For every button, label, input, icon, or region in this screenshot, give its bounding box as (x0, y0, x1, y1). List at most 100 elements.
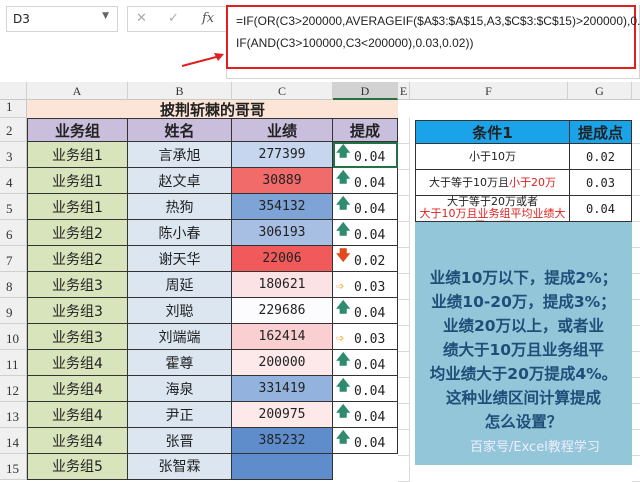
grid-cell[interactable] (632, 170, 640, 196)
performance-cell[interactable] (232, 454, 333, 480)
performance-cell[interactable]: 277399 (232, 142, 333, 168)
performance-cell[interactable]: 331419 (232, 376, 333, 402)
chevron-down-icon[interactable]: ▼ (102, 11, 109, 21)
grid-cell[interactable] (398, 378, 410, 404)
group-cell[interactable]: 业务组2 (27, 220, 128, 246)
grid-cell[interactable] (632, 300, 640, 326)
column-header-d[interactable]: D (333, 82, 398, 100)
performance-cell[interactable]: 229686 (232, 298, 333, 324)
grid-cell[interactable] (632, 404, 640, 430)
rule-condition[interactable]: 大于等于10万且 小于20万 (415, 170, 570, 196)
name-cell[interactable]: 张智霖 (128, 454, 232, 480)
grid-cell[interactable] (398, 118, 410, 144)
grid-cell[interactable] (398, 404, 410, 430)
group-cell[interactable]: 业务组1 (27, 168, 128, 194)
grid-cell[interactable] (398, 170, 410, 196)
grid-cell[interactable] (398, 222, 410, 248)
name-cell[interactable]: 赵文卓 (128, 168, 232, 194)
commission-cell[interactable]: 🡇 0.02 (333, 246, 398, 272)
grid-cell[interactable] (398, 352, 410, 378)
commission-cell[interactable]: ➩ 0.03 (333, 272, 398, 298)
performance-cell[interactable]: 200975 (232, 402, 333, 428)
grid-cell[interactable] (398, 456, 410, 482)
grid-cell[interactable] (632, 274, 640, 300)
row-header[interactable]: 9 (0, 298, 27, 324)
column-header-g[interactable]: G (568, 82, 632, 100)
group-cell[interactable]: 业务组1 (27, 142, 128, 168)
column-header-a[interactable]: A (27, 82, 128, 100)
row-header[interactable]: 14 (0, 428, 27, 454)
header-performance[interactable]: 业绩 (232, 118, 333, 142)
row-header[interactable]: 7 (0, 246, 27, 272)
group-cell[interactable]: 业务组4 (27, 376, 128, 402)
name-cell[interactable]: 尹正 (128, 402, 232, 428)
grid-cell[interactable] (632, 430, 640, 456)
row-header[interactable]: 3 (0, 142, 27, 168)
performance-cell[interactable]: 22006 (232, 246, 333, 272)
group-cell[interactable]: 业务组4 (27, 350, 128, 376)
row-header[interactable]: 2 (0, 118, 27, 142)
commission-cell[interactable]: 🡅 0.04 (333, 402, 398, 428)
commission-cell[interactable]: 🡅 0.04 (333, 142, 398, 168)
grid-cell[interactable] (398, 430, 410, 456)
cancel-icon[interactable]: ✕ (136, 11, 147, 26)
commission-cell[interactable]: ➩ 0.03 (333, 324, 398, 350)
group-cell[interactable]: 业务组1 (27, 194, 128, 220)
column-header-b[interactable]: B (128, 82, 232, 100)
grid-cell[interactable] (398, 300, 410, 326)
rule-header-condition[interactable]: 条件1 (415, 120, 570, 144)
enter-icon[interactable]: ✓ (168, 11, 179, 26)
performance-cell[interactable]: 306193 (232, 220, 333, 246)
name-cell[interactable]: 周延 (128, 272, 232, 298)
commission-cell[interactable]: 🡅 0.04 (333, 428, 398, 454)
row-header[interactable]: 13 (0, 402, 27, 428)
name-cell[interactable]: 陈小春 (128, 220, 232, 246)
commission-cell[interactable]: 🡅 0.04 (333, 194, 398, 220)
row-header[interactable]: 5 (0, 194, 27, 220)
rule-rate[interactable]: 0.02 (570, 144, 632, 170)
grid-cell[interactable] (398, 144, 410, 170)
row-header[interactable]: 6 (0, 220, 27, 246)
commission-cell[interactable]: 🡅 0.04 (333, 376, 398, 402)
name-cell[interactable]: 张晋 (128, 428, 232, 454)
row-header[interactable]: 15 (0, 454, 27, 480)
row-header[interactable]: 8 (0, 272, 27, 298)
column-header-f[interactable]: F (410, 82, 568, 100)
grid-cell[interactable] (632, 222, 640, 248)
performance-cell[interactable]: 180621 (232, 272, 333, 298)
name-cell[interactable]: 谢天华 (128, 246, 232, 272)
group-cell[interactable]: 业务组2 (27, 246, 128, 272)
group-cell[interactable]: 业务组5 (27, 454, 128, 480)
commission-cell[interactable]: 🡅 0.04 (333, 350, 398, 376)
row-header[interactable]: 11 (0, 350, 27, 376)
performance-cell[interactable]: 162414 (232, 324, 333, 350)
name-cell[interactable]: 海泉 (128, 376, 232, 402)
grid-cell[interactable] (632, 352, 640, 378)
question-text-box[interactable]: 业绩10万以下，提成2%； 业绩10-20万，提成3%； 业绩20万以上，或者业 绩大… (415, 222, 632, 465)
select-all[interactable] (0, 82, 27, 100)
sheet-title[interactable]: 披荆斩棘的哥哥 (27, 100, 398, 119)
grid-cell[interactable] (632, 144, 640, 170)
header-commission[interactable]: 提成 (333, 118, 398, 142)
column-header-c[interactable]: C (232, 82, 333, 100)
name-box[interactable]: D3 ▼ (6, 6, 118, 32)
fx-icon[interactable]: fx (202, 11, 214, 26)
name-cell[interactable]: 言承旭 (128, 142, 232, 168)
name-cell[interactable]: 霍尊 (128, 350, 232, 376)
column-header-e[interactable]: E (398, 82, 410, 100)
rule-rate[interactable]: 0.04 (570, 196, 632, 222)
name-cell[interactable]: 刘聪 (128, 298, 232, 324)
grid-cell[interactable] (632, 196, 640, 222)
grid-cell[interactable] (398, 326, 410, 352)
grid-cell[interactable] (632, 326, 640, 352)
row-header[interactable]: 10 (0, 324, 27, 350)
performance-cell[interactable]: 354132 (232, 194, 333, 220)
header-name[interactable]: 姓名 (128, 118, 232, 142)
commission-cell[interactable]: 🡅 0.04 (333, 168, 398, 194)
grid-cell[interactable] (632, 378, 640, 404)
commission-cell[interactable]: 🡅 0.04 (333, 220, 398, 246)
group-cell[interactable]: 业务组4 (27, 402, 128, 428)
rule-condition[interactable]: 大于等于20万或者大于10万且业务组平均业绩大于20万 (415, 196, 570, 222)
grid-cell[interactable] (398, 196, 410, 222)
grid-cell[interactable] (398, 274, 410, 300)
